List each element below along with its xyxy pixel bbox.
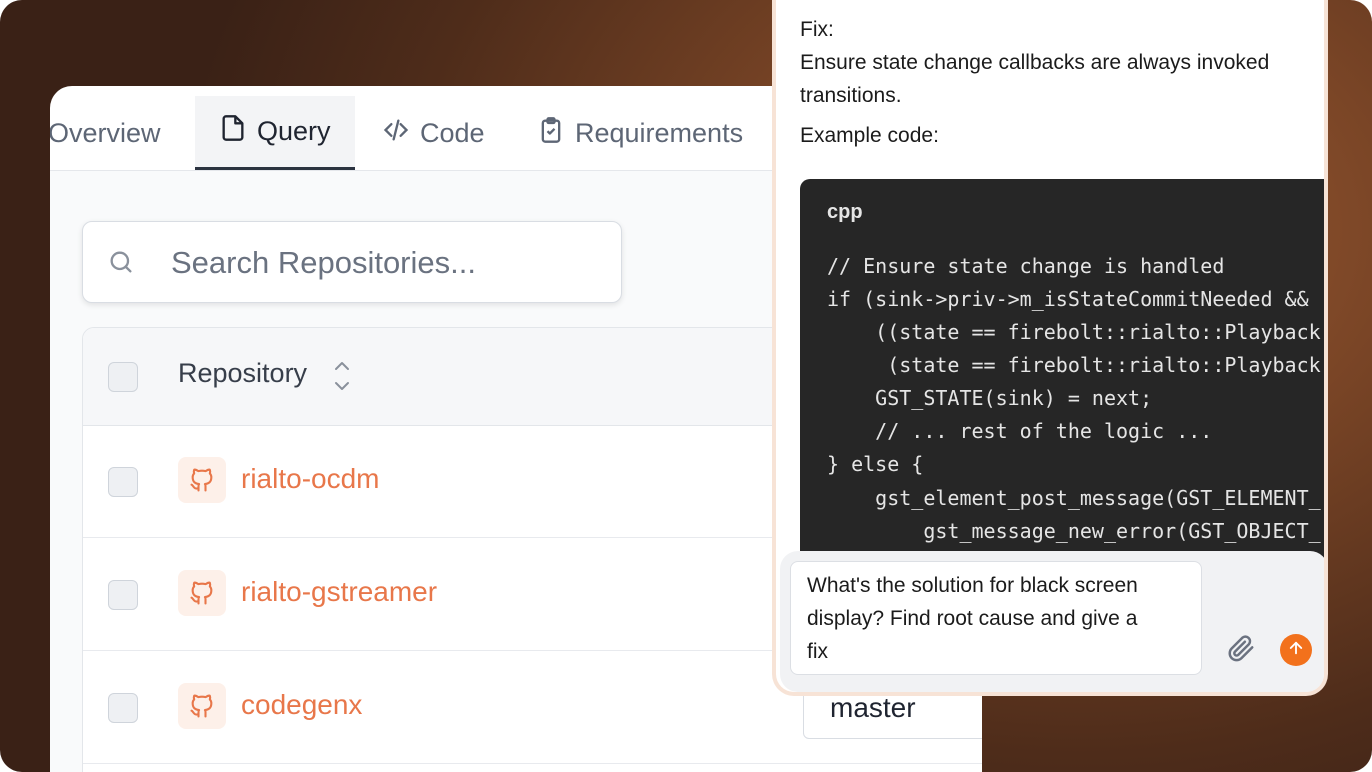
file-icon <box>219 114 247 149</box>
repo-link[interactable]: codegenx <box>241 689 362 721</box>
repo-link[interactable]: rialto-ocdm <box>241 463 379 495</box>
arrow-up-icon <box>1287 639 1305 662</box>
sort-icon[interactable] <box>333 358 351 394</box>
clipboard-icon <box>537 116 565 151</box>
code-line: (state == firebolt::rialto::Playback <box>827 353 1321 377</box>
branch-value: master <box>830 692 916 723</box>
tab-code[interactable]: Code <box>382 96 485 170</box>
prompt-line: fix <box>807 640 828 663</box>
paperclip-icon[interactable] <box>1226 633 1256 663</box>
search-box <box>82 221 622 303</box>
code-icon <box>382 116 410 151</box>
tab-overview[interactable]: Overview <box>50 96 161 170</box>
row-checkbox[interactable] <box>108 467 138 497</box>
github-icon <box>178 570 226 616</box>
code-language: cpp <box>827 201 863 223</box>
code-line: gst_element_post_message(GST_ELEMENT_ <box>827 486 1321 510</box>
example-code-label: Example code: <box>800 124 939 147</box>
code-line: } else { <box>827 452 924 476</box>
code-line: gst_message_new_error(GST_OBJECT_ <box>827 519 1321 543</box>
code-line: // Ensure state change is handled <box>827 254 1225 278</box>
fix-heading: Fix: <box>800 18 834 41</box>
fix-text: Ensure state change callbacks are always… <box>800 51 1270 74</box>
tab-query-label: Query <box>257 116 331 146</box>
tab-overview-label: Overview <box>50 117 161 148</box>
row-checkbox[interactable] <box>108 693 138 723</box>
send-button[interactable] <box>1280 634 1312 666</box>
search-icon <box>107 248 135 276</box>
prompt-line: What's the solution for black screen <box>807 574 1138 597</box>
chat-panel: Fix: Ensure state change callbacks are a… <box>772 0 1328 696</box>
app-frame: Overview Query Code Requirements Search … <box>0 0 1372 772</box>
fix-text-continued: transitions. <box>800 84 902 107</box>
search-input[interactable] <box>169 240 593 286</box>
tab-requirements-label: Requirements <box>575 117 744 148</box>
tab-query[interactable]: Query <box>195 96 355 170</box>
row-checkbox[interactable] <box>108 580 138 610</box>
prompt-line: display? Find root cause and give a <box>807 607 1138 630</box>
code-line: ((state == firebolt::rialto::Playback <box>827 320 1321 344</box>
repository-column-header[interactable]: Repository <box>178 358 307 389</box>
select-all-checkbox[interactable] <box>108 362 138 392</box>
tab-code-label: Code <box>420 117 485 148</box>
prompt-input[interactable]: What's the solution for black screen dis… <box>790 561 1202 675</box>
github-icon <box>178 683 226 729</box>
code-line: if (sink->priv->m_isStateCommitNeeded && <box>827 287 1309 311</box>
tab-requirements[interactable]: Requirements <box>537 96 743 170</box>
code-line: // ... rest of the logic ... <box>827 419 1213 443</box>
code-line: GST_STATE(sink) = next; <box>827 386 1153 410</box>
repo-link[interactable]: rialto-gstreamer <box>241 576 437 608</box>
github-icon <box>178 457 226 503</box>
chat-input-area: What's the solution for black screen dis… <box>780 551 1324 692</box>
code-block: cpp // Ensure state change is handled if… <box>800 179 1324 569</box>
